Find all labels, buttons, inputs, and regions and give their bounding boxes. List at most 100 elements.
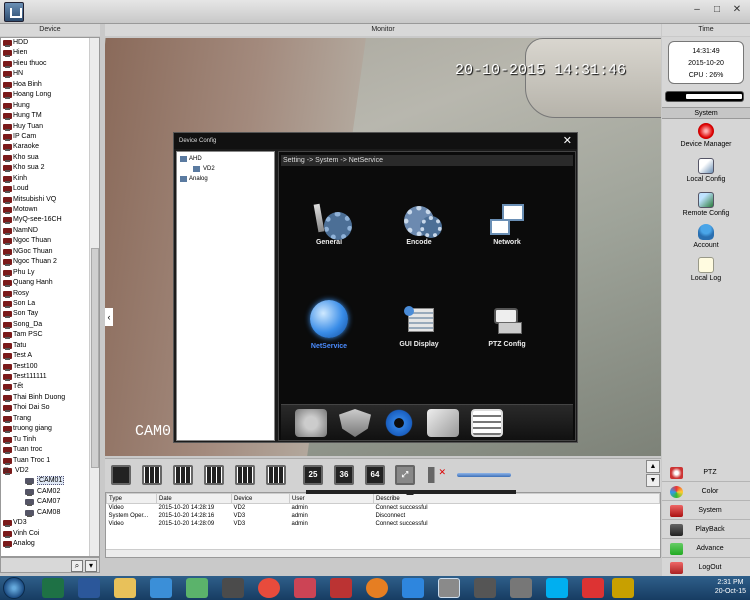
tree-item[interactable]: Vinh Coi	[1, 529, 99, 539]
layout-25-button[interactable]: 25	[303, 465, 323, 485]
col-device[interactable]: Device	[231, 493, 290, 504]
ptz-config-button[interactable]: PTZ Config	[472, 304, 542, 348]
tree-item-camera[interactable]: CAM02	[1, 487, 99, 497]
skype-business-icon[interactable]	[222, 578, 244, 598]
tree-item-vd2[interactable]: VD2 ⊟	[1, 466, 99, 476]
tree-item[interactable]: Kho sua 2	[1, 163, 99, 173]
col-date[interactable]: Date	[156, 493, 232, 504]
color-menu-item[interactable]: Color	[662, 483, 750, 501]
layout-64-button[interactable]: 64	[365, 465, 385, 485]
dialog-device-tree[interactable]: AHD VD2 Analog	[176, 151, 275, 441]
encode-button[interactable]: Encode	[384, 202, 454, 246]
system-menu-item[interactable]: System	[662, 502, 750, 520]
tree-item[interactable]: Hoang Long	[1, 90, 99, 100]
chrome-icon[interactable]	[258, 578, 280, 598]
tree-item[interactable]: Ngoc Thuan 2	[1, 257, 99, 267]
log-scrollbar[interactable]	[106, 549, 660, 557]
tree-item[interactable]: Hieu thuoc	[1, 59, 99, 69]
tree-item[interactable]: HDD	[1, 38, 99, 48]
app-icon[interactable]	[330, 578, 352, 598]
tree-node-analog[interactable]: Analog	[179, 174, 272, 184]
app-icon[interactable]	[294, 578, 316, 598]
tree-item[interactable]: Tatu	[1, 341, 99, 351]
tree-item[interactable]: VD3	[1, 518, 99, 528]
tools-icon[interactable]	[427, 409, 459, 437]
gui-display-button[interactable]: GUI Display	[384, 304, 454, 348]
collapse-icon[interactable]: ⊟	[3, 466, 9, 476]
hdd-icon[interactable]	[295, 409, 327, 437]
tree-item[interactable]: Tu Tinh	[1, 435, 99, 445]
tree-item-camera[interactable]: CAM01	[1, 476, 99, 486]
minimize-icon[interactable]: –	[690, 4, 704, 16]
table-row[interactable]: Video 2015-10-20 14:28:19 VD2 admin Conn…	[107, 504, 660, 513]
volume-slider[interactable]	[457, 473, 511, 477]
log-collapse-handle[interactable]	[306, 490, 516, 495]
network-button[interactable]: Network	[472, 202, 542, 246]
device-manager-button[interactable]: Device Manager	[662, 123, 750, 148]
tree-item[interactable]: Loud	[1, 184, 99, 194]
tree-item[interactable]: Rosy	[1, 289, 99, 299]
taskbar-clock[interactable]: 2:31 PM 20-Oct-15	[715, 578, 746, 596]
tree-item[interactable]: truong giang	[1, 424, 99, 434]
layout-16-button[interactable]	[266, 465, 286, 485]
playback-menu-item[interactable]: PlayBack	[662, 521, 750, 539]
tree-item-camera[interactable]: CAM08	[1, 508, 99, 518]
tree-item[interactable]: Hung	[1, 101, 99, 111]
col-type[interactable]: Type	[106, 493, 157, 504]
tree-scrollbar-thumb[interactable]	[91, 248, 99, 468]
tree-item[interactable]: Karaoke	[1, 142, 99, 152]
tree-item[interactable]: Tuan troc	[1, 445, 99, 455]
app-icon[interactable]	[510, 578, 532, 598]
account-button[interactable]: Account	[662, 224, 750, 249]
tree-item[interactable]: Tam PSC	[1, 330, 99, 340]
ptz-menu-item[interactable]: PTZ	[662, 464, 750, 482]
general-button[interactable]: General	[294, 202, 364, 246]
col-user[interactable]: User	[289, 493, 374, 504]
tree-item[interactable]: Kho sua	[1, 153, 99, 163]
tree-item[interactable]: Phu Ly	[1, 268, 99, 278]
scroll-up-icon[interactable]: ▲	[646, 460, 660, 473]
netservice-button[interactable]: NetService	[294, 300, 364, 350]
layout-4-button[interactable]	[142, 465, 162, 485]
scroll-down-icon[interactable]: ▼	[646, 474, 660, 487]
cms-icon[interactable]	[474, 578, 496, 598]
col-describe[interactable]: Describe	[373, 493, 660, 504]
tree-item[interactable]: Thoi Dai So	[1, 403, 99, 413]
tree-item[interactable]: Quang Hanh	[1, 278, 99, 288]
tree-item[interactable]: MyQ-see-16CH	[1, 215, 99, 225]
layout-9-button[interactable]	[235, 465, 255, 485]
tree-item[interactable]: Hoa Binh	[1, 80, 99, 90]
mute-icon[interactable]	[428, 467, 446, 483]
layout-8-button[interactable]	[204, 465, 224, 485]
local-log-button[interactable]: Local Log	[662, 257, 750, 282]
filter-icon[interactable]: ▾	[85, 560, 97, 572]
tree-item[interactable]: Song_Da	[1, 320, 99, 330]
close-icon[interactable]: ✕	[730, 4, 744, 16]
app-icon[interactable]	[612, 578, 634, 598]
tree-item[interactable]: Son La	[1, 299, 99, 309]
remote-config-button[interactable]: Remote Config	[662, 192, 750, 217]
logout-menu-item[interactable]: LogOut	[662, 559, 750, 577]
maximize-icon[interactable]: □	[710, 4, 724, 16]
tree-item[interactable]: Test A	[1, 351, 99, 361]
fullscreen-icon[interactable]: ⤢	[395, 465, 415, 485]
tree-item[interactable]: Tết	[1, 382, 99, 392]
word-icon[interactable]	[78, 578, 100, 598]
tree-node-vd2[interactable]: VD2	[179, 164, 272, 174]
tree-item[interactable]: HN	[1, 69, 99, 79]
local-config-button[interactable]: Local Config	[662, 158, 750, 183]
dialog-close-icon[interactable]: ✕	[563, 134, 572, 148]
tree-item[interactable]: Ngoc Thuan	[1, 236, 99, 246]
tree-item[interactable]: Kinh	[1, 174, 99, 184]
viber-icon[interactable]	[186, 578, 208, 598]
tree-item[interactable]: NGoc Thuan	[1, 247, 99, 257]
device-tree[interactable]: HDD Hien Hieu thuoc HN Hoa Binh Hoang Long Hun…	[0, 37, 100, 557]
start-button-icon[interactable]	[3, 577, 25, 599]
tree-item-camera[interactable]: CAM07	[1, 497, 99, 507]
tree-item[interactable]: Thai Binh Duong	[1, 393, 99, 403]
tree-item[interactable]: IP Cam	[1, 132, 99, 142]
excel-icon[interactable]	[42, 578, 64, 598]
layout-36-button[interactable]: 36	[334, 465, 354, 485]
tree-item[interactable]: Test111111	[1, 372, 99, 382]
tree-item[interactable]: Hien	[1, 48, 99, 58]
